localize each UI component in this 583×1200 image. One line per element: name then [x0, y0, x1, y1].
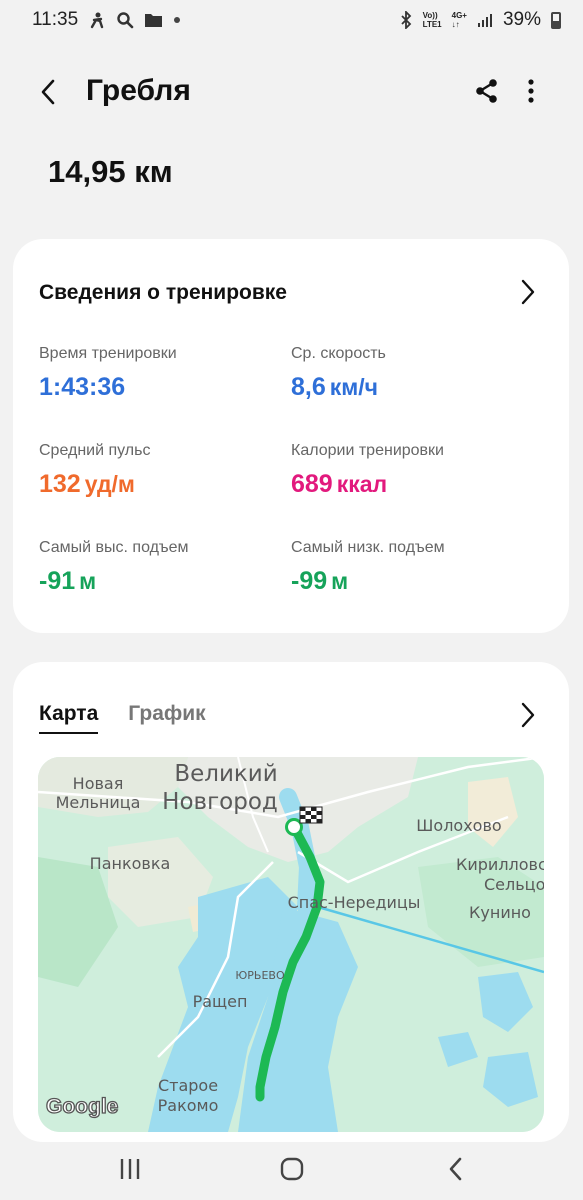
stat-number: -99: [291, 567, 328, 595]
stat-avg-speed: Ср. скорость 8,6 км/ч: [291, 345, 386, 402]
stat-label: Средний пульс: [39, 442, 151, 459]
stat-value: -91 м: [39, 567, 189, 596]
map-tabs: Карта График: [39, 702, 206, 734]
stat-unit: ккал: [336, 471, 388, 497]
map-label-yurevo: ЮРЬЕВО: [235, 969, 285, 982]
stat-value: 132 уд/м: [39, 470, 150, 499]
stat-value: 8,6 км/ч: [291, 373, 386, 402]
stat-value: 689 ккал: [291, 470, 444, 499]
status-time: 11:35: [32, 9, 79, 30]
stat-label: Самый низк. подъем: [291, 539, 445, 556]
stat-duration: Время тренировки 1:43:36: [39, 345, 177, 402]
stat-number: 1:43:36: [39, 373, 126, 401]
accessibility-icon: [88, 11, 106, 29]
battery-percent: 39%: [502, 9, 541, 30]
stat-label: Время тренировки: [39, 345, 177, 362]
map-label-rashchep: Ращеп: [193, 992, 248, 1011]
bluetooth-icon: [399, 11, 413, 29]
recent-apps-button[interactable]: [110, 1152, 150, 1186]
map-label-city-1: Великий: [174, 761, 277, 787]
stat-number: -91: [39, 567, 76, 595]
map-label-city-2: Новгород: [162, 789, 278, 815]
map-label-spas: Спас-Нередицы: [288, 893, 421, 912]
stat-number: 689: [291, 470, 333, 498]
more-vertical-icon: [528, 79, 534, 103]
details-open-button[interactable]: [515, 277, 539, 307]
folder-icon: [144, 12, 163, 28]
status-left: 11:35: [32, 9, 181, 31]
home-button[interactable]: [272, 1152, 312, 1186]
network-top: 4G+: [451, 11, 467, 20]
map-label-novaya-1: Новая: [73, 774, 124, 793]
stat-value: -99 м: [291, 567, 445, 596]
home-icon: [280, 1157, 304, 1181]
stat-label: Калории тренировки: [291, 442, 444, 459]
map-canvas: Великий Новгород Новая Мельница Панковка…: [38, 757, 544, 1132]
details-card-title: Сведения о тренировке: [39, 281, 287, 304]
stat-min-elevation: Самый низк. подъем -99 м: [291, 539, 445, 596]
map-open-button[interactable]: [515, 700, 539, 730]
system-nav-bar: [0, 1140, 583, 1200]
map-label-seltso: Сельцо: [484, 875, 544, 894]
chevron-left-icon: [41, 79, 55, 105]
volte-bottom: LTE1: [422, 20, 442, 29]
map-label-pankovka: Панковка: [90, 854, 171, 873]
recent-apps-icon: [120, 1159, 140, 1179]
back-button[interactable]: [34, 76, 64, 108]
more-options-button[interactable]: [518, 76, 544, 106]
stat-label: Самый выс. подъем: [39, 539, 189, 556]
google-logo: Google: [46, 1095, 118, 1118]
share-button[interactable]: [472, 76, 502, 106]
stat-unit: м: [331, 568, 349, 594]
stat-number: 132: [39, 470, 81, 498]
total-distance: 14,95 км: [48, 154, 173, 189]
chevron-right-icon: [521, 279, 535, 305]
stat-max-elevation: Самый выс. подъем -91 м: [39, 539, 189, 596]
status-right: Vo)) LTE1 4G+ ↓↑ 39%: [399, 9, 561, 31]
stat-number: 8,6: [291, 373, 326, 401]
chevron-right-icon: [521, 702, 535, 728]
search-icon: [116, 11, 134, 29]
back-nav-button[interactable]: [436, 1152, 476, 1186]
stat-value: 1:43:36: [39, 373, 177, 402]
route-start-marker: [285, 818, 303, 836]
map-label-staroe-2: Ракомо: [158, 1096, 219, 1115]
tab-map[interactable]: Карта: [39, 702, 99, 734]
signal-icon: [477, 12, 493, 28]
tab-chart[interactable]: График: [128, 702, 205, 734]
map-label-sholokhovo: Шолохово: [416, 816, 501, 835]
share-icon: [476, 79, 497, 103]
volte-top: Vo)): [422, 11, 438, 20]
stat-avg-heart-rate: Средний пульс 132 уд/м: [39, 442, 150, 499]
back-nav-icon: [449, 1157, 462, 1181]
route-map[interactable]: Великий Новгород Новая Мельница Панковка…: [38, 757, 544, 1132]
status-bar: 11:35 Vo)) LTE1 4G+ ↓↑ 39%: [0, 0, 583, 40]
stat-label: Ср. скорость: [291, 345, 386, 362]
map-label-kunino: Кунино: [469, 903, 531, 922]
finish-flag-icon: [299, 806, 323, 824]
app-header: Гребля: [0, 62, 583, 122]
map-label-novaya-2: Мельница: [56, 793, 141, 812]
stat-calories: Калории тренировки 689 ккал: [291, 442, 444, 499]
network-bottom: ↓↑: [451, 20, 460, 29]
map-label-kirillovo: Кирилловс: [456, 855, 544, 874]
map-card: Карта График Великий Новгород Новая Мель…: [13, 662, 569, 1142]
notification-dot-icon: [173, 16, 181, 24]
stat-unit: уд/м: [84, 471, 135, 497]
workout-details-card[interactable]: Сведения о тренировке Время тренировки 1…: [13, 239, 569, 633]
stat-unit: км/ч: [329, 374, 379, 400]
map-label-staroe-1: Старое: [158, 1076, 218, 1095]
network-indicator: 4G+ ↓↑: [452, 11, 467, 29]
page-title: Гребля: [86, 74, 191, 107]
stat-unit: м: [79, 568, 97, 594]
volte-indicator: Vo)) LTE1: [423, 11, 442, 29]
battery-icon: [551, 11, 561, 29]
